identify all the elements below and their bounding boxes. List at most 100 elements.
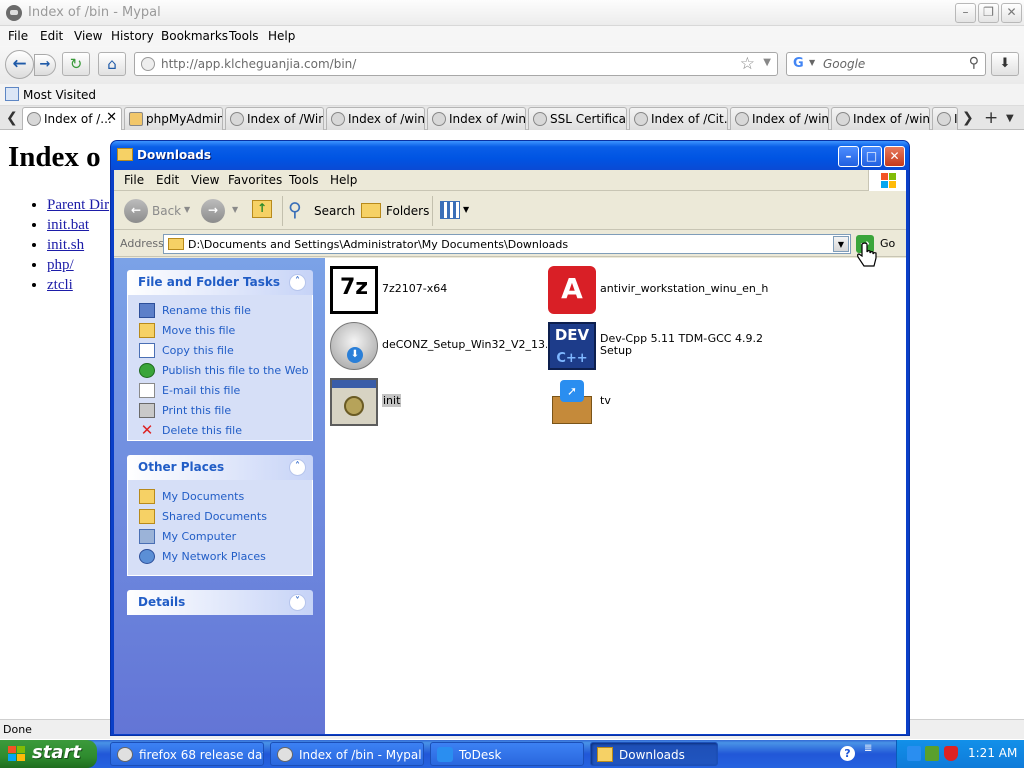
forward-button[interactable]: → ▼ bbox=[201, 199, 243, 223]
download-icon[interactable]: ⬇ bbox=[991, 52, 1019, 76]
explorer-maximize-button[interactable]: □ bbox=[861, 146, 882, 167]
tray-expand-icon[interactable]: ≣ bbox=[864, 743, 872, 754]
file-item-antivir[interactable]: A antivir_workstation_winu_en_h bbox=[548, 266, 768, 314]
file-item-tv[interactable]: ➚ tv bbox=[548, 378, 765, 426]
views-icon bbox=[440, 201, 460, 219]
tab-scroll-left-icon[interactable]: ❮ bbox=[6, 110, 18, 126]
explorer-menu-file[interactable]: File bbox=[124, 173, 144, 187]
file-item-7z2107[interactable]: 7z 7z2107-x64 bbox=[330, 266, 547, 314]
views-button[interactable]: ▼ bbox=[438, 199, 472, 223]
url-dropdown-icon[interactable]: ▼ bbox=[763, 57, 771, 68]
explorer-menu-tools[interactable]: Tools bbox=[289, 173, 319, 187]
taskbar-item-label: firefox 68 release dat... bbox=[139, 748, 263, 762]
file-item-devcpp[interactable]: DEV C++ Dev-Cpp 5.11 TDM-GCC 4.9.2 Setup bbox=[548, 322, 765, 370]
tab-index-win-4[interactable]: Index of /win bbox=[730, 107, 829, 130]
tab-index-win-1[interactable]: Index of /Win bbox=[225, 107, 324, 130]
start-button[interactable]: start bbox=[0, 740, 97, 768]
task-label: Move this file bbox=[162, 324, 236, 337]
bookmark-star-icon[interactable]: ☆ bbox=[740, 54, 755, 74]
new-tab-icon[interactable]: + bbox=[984, 108, 998, 128]
search-engine-dropdown-icon[interactable]: ▼ bbox=[809, 58, 815, 67]
tab-index-bin[interactable]: Index of /... ✕ bbox=[22, 107, 122, 130]
link-parent-dir[interactable]: Parent Dir bbox=[47, 197, 109, 213]
up-folder-button[interactable]: ↑ bbox=[250, 199, 276, 223]
delete-x-icon: ✕ bbox=[140, 421, 154, 439]
search-button[interactable]: ⚲ Search bbox=[286, 199, 355, 223]
folder-icon bbox=[117, 148, 133, 161]
restore-button[interactable]: ❐ bbox=[978, 3, 999, 23]
chevron-down-icon: ▼ bbox=[232, 205, 239, 214]
task-pane: File and Folder Tasks ˄ Rename this file… bbox=[114, 258, 325, 734]
taskbar-item-firefox[interactable]: firefox 68 release dat... bbox=[110, 742, 264, 766]
tab-partial[interactable]: I bbox=[932, 107, 958, 130]
details-header[interactable]: Details ˅ bbox=[127, 590, 313, 615]
menu-help[interactable]: Help bbox=[268, 29, 295, 43]
tab-index-win-2[interactable]: Index of /win/ bbox=[326, 107, 425, 130]
explorer-menu-favorites[interactable]: Favorites bbox=[228, 173, 282, 187]
reload-icon[interactable]: ↻ bbox=[62, 52, 90, 76]
menu-history[interactable]: History bbox=[111, 29, 154, 43]
file-folder-tasks-panel: File and Folder Tasks ˄ Rename this file… bbox=[127, 270, 313, 441]
tab-ssl-certificate[interactable]: SSL Certificat... bbox=[528, 107, 627, 130]
folders-button[interactable]: Folders bbox=[359, 199, 429, 223]
network-tray-icon[interactable] bbox=[925, 746, 939, 761]
close-button[interactable]: ✕ bbox=[1001, 3, 1022, 23]
collapse-icon[interactable]: ˄ bbox=[289, 274, 306, 291]
tab-list-icon[interactable]: ▼ bbox=[1006, 113, 1014, 124]
tab-index-win-3[interactable]: Index of /win bbox=[427, 107, 526, 130]
explorer-titlebar: Downloads – □ ✕ bbox=[111, 141, 909, 170]
tab-index-win-5[interactable]: Index of /win... bbox=[831, 107, 930, 130]
explorer-close-button[interactable]: ✕ bbox=[884, 146, 905, 167]
folders-icon bbox=[361, 203, 381, 218]
link-ztcli[interactable]: ztcli bbox=[47, 277, 73, 293]
forward-icon[interactable]: → bbox=[34, 54, 56, 76]
tab-scroll-right-icon[interactable]: ❯ bbox=[962, 110, 974, 126]
tab-phpmyadmin[interactable]: phpMyAdmin bbox=[124, 107, 223, 130]
taskbar-item-todesk[interactable]: ToDesk bbox=[430, 742, 584, 766]
explorer-menu-edit[interactable]: Edit bbox=[156, 173, 179, 187]
link-init-sh[interactable]: init.sh bbox=[47, 237, 84, 253]
tab-index-cit[interactable]: Index of /Cit... bbox=[629, 107, 728, 130]
tab-close-icon[interactable]: ✕ bbox=[106, 110, 117, 125]
taskbar-item-label: ToDesk bbox=[459, 748, 502, 762]
list-item: ztcli bbox=[47, 277, 109, 297]
explorer-menu-view[interactable]: View bbox=[191, 173, 219, 187]
file-item-deconz[interactable]: ⬇ deCONZ_Setup_Win32_V2_13... bbox=[330, 322, 547, 370]
back-label: Back bbox=[152, 204, 182, 218]
back-icon[interactable]: ← bbox=[5, 50, 34, 79]
menu-view[interactable]: View bbox=[74, 29, 102, 43]
search-bar[interactable]: G ▼ Google ⚲ bbox=[786, 52, 986, 76]
help-icon[interactable]: ? bbox=[840, 746, 855, 761]
taskbar-item-mypal[interactable]: Index of /bin - Mypal bbox=[270, 742, 424, 766]
link-init-bat[interactable]: init.bat bbox=[47, 217, 89, 233]
explorer-minimize-button[interactable]: – bbox=[838, 146, 859, 167]
address-field[interactable]: D:\Documents and Settings\Administrator\… bbox=[163, 234, 851, 254]
shield-icon[interactable] bbox=[944, 746, 958, 761]
search-icon[interactable]: ⚲ bbox=[969, 55, 979, 71]
globe-icon bbox=[836, 112, 850, 126]
home-icon[interactable]: ⌂ bbox=[98, 52, 126, 76]
menu-bookmarks[interactable]: Bookmarks bbox=[161, 29, 228, 43]
back-button[interactable]: ← Back ▼ bbox=[122, 199, 190, 223]
taskbar-item-downloads[interactable]: Downloads bbox=[590, 742, 718, 766]
todesk-tray-icon[interactable] bbox=[907, 746, 921, 761]
task-label: E-mail this file bbox=[162, 384, 241, 397]
link-php[interactable]: php/ bbox=[47, 257, 74, 273]
other-places-header[interactable]: Other Places ˄ bbox=[127, 455, 313, 480]
bookmark-most-visited[interactable]: Most Visited bbox=[23, 88, 96, 102]
windows-logo-icon bbox=[8, 746, 26, 762]
url-bar[interactable]: http://app.klcheguanjia.com/bin/ ☆ ▼ bbox=[134, 52, 778, 76]
file-item-init[interactable]: init bbox=[330, 378, 547, 426]
menu-file[interactable]: File bbox=[8, 29, 28, 43]
menu-edit[interactable]: Edit bbox=[40, 29, 63, 43]
collapse-icon[interactable]: ˄ bbox=[289, 459, 306, 476]
menu-tools[interactable]: Tools bbox=[229, 29, 259, 43]
file-folder-tasks-header[interactable]: File and Folder Tasks ˄ bbox=[127, 270, 313, 295]
start-label: start bbox=[32, 742, 81, 763]
globe-icon bbox=[432, 112, 446, 126]
chevron-down-icon[interactable]: ▼ bbox=[833, 236, 849, 252]
explorer-toolbar: ← Back ▼ → ▼ ↑ ⚲ Search Folders ▼ bbox=[114, 192, 906, 230]
expand-icon[interactable]: ˅ bbox=[289, 594, 306, 611]
explorer-menu-help[interactable]: Help bbox=[330, 173, 357, 187]
minimize-button[interactable]: – bbox=[955, 3, 976, 23]
